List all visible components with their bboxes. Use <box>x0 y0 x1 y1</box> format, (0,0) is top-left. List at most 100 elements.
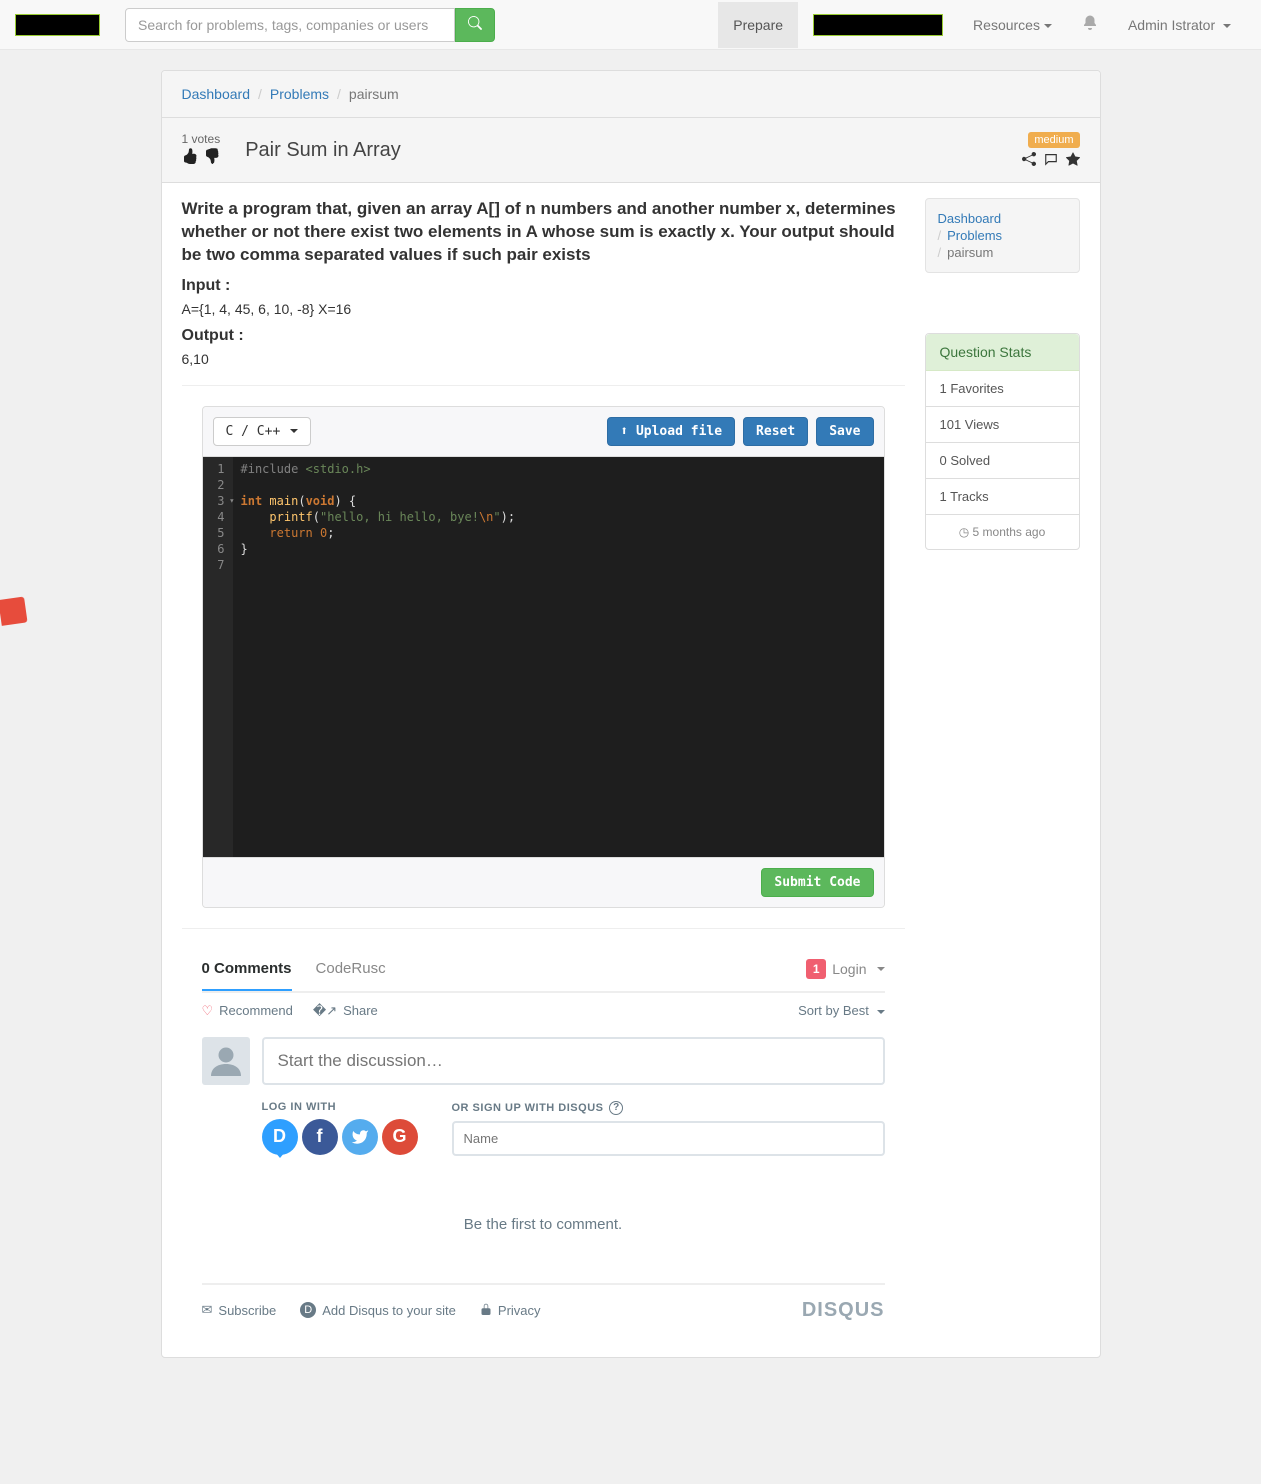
help-icon[interactable]: ? <box>609 1101 623 1115</box>
sort-dropdown[interactable]: Sort by Best <box>798 1003 884 1018</box>
divider <box>182 385 905 386</box>
comments-header: 0 Comments CodeRusc 1 Login <box>202 947 885 993</box>
facebook-login-icon[interactable]: f <box>302 1119 338 1155</box>
side-breadcrumb: Dashboard / Problems / pairsum <box>925 198 1080 273</box>
star-icon[interactable] <box>1066 152 1080 170</box>
editor-toolbar: C / C++ ⬆ Upload file Reset Save <box>203 407 884 457</box>
disqus-logo[interactable]: DISQUS <box>802 1299 885 1322</box>
thumbs-down-icon[interactable] <box>204 148 220 169</box>
signup-text: OR SIGN UP WITH DISQUS <box>452 1102 604 1114</box>
stats-views: 101 Views <box>926 407 1079 443</box>
search-input[interactable] <box>125 8 455 42</box>
sidebar: Dashboard / Problems / pairsum Question … <box>925 183 1100 1357</box>
share-icon[interactable] <box>1022 152 1036 170</box>
search-form <box>125 8 495 42</box>
breadcrumb-bar: Dashboard / Problems / pairsum <box>162 71 1100 118</box>
stats-panel: Question Stats 1 Favorites 101 Views 0 S… <box>925 333 1080 550</box>
add-disqus-button[interactable]: D Add Disqus to your site <box>300 1302 456 1318</box>
upload-label: Upload file <box>636 424 722 439</box>
comment-input-row <box>202 1037 885 1085</box>
nav-user-menu[interactable]: Admin Istrator <box>1113 2 1246 48</box>
share-label: Share <box>343 1003 378 1018</box>
problem-description: Write a program that, given an array A[]… <box>182 198 905 367</box>
recommend-label: Recommend <box>219 1003 293 1018</box>
share-button[interactable]: �↗ Share <box>313 1003 378 1019</box>
breadcrumb-sep: / <box>258 86 262 102</box>
stats-favorites: 1 Favorites <box>926 371 1079 407</box>
feedback-tab[interactable] <box>0 597 28 626</box>
output-value: 6,10 <box>182 351 905 367</box>
add-disqus-label: Add Disqus to your site <box>322 1303 456 1318</box>
subscribe-button[interactable]: ✉ Subscribe <box>202 1302 277 1318</box>
stats-tracks: 1 Tracks <box>926 479 1079 515</box>
recommend-button[interactable]: ♡ Recommend <box>202 1003 293 1019</box>
nav-resources[interactable]: Resources <box>958 2 1067 48</box>
comments-login[interactable]: 1 Login <box>806 959 884 979</box>
title-meta: medium <box>1022 130 1080 170</box>
thumbs-up-icon[interactable] <box>182 148 198 169</box>
search-icon <box>468 16 482 33</box>
editor-footer: Submit Code <box>203 857 884 907</box>
lock-icon <box>480 1303 492 1318</box>
google-login-icon[interactable]: G <box>382 1119 418 1155</box>
login-with-label: LOG IN WITH <box>262 1101 432 1113</box>
login-label: Login <box>832 961 866 977</box>
reset-button[interactable]: Reset <box>743 417 808 446</box>
language-label: C / C++ <box>226 424 281 439</box>
divider <box>182 928 905 929</box>
avatar <box>202 1037 250 1085</box>
comments-footer: ✉ Subscribe D Add Disqus to your site Pr… <box>202 1283 885 1322</box>
code-content[interactable]: #include <stdio.h> int main(void) { prin… <box>233 457 524 857</box>
submit-button[interactable]: Submit Code <box>761 868 873 897</box>
login-count-badge: 1 <box>806 959 826 979</box>
notifications-icon[interactable] <box>1067 0 1113 50</box>
problem-statement: Write a program that, given an array A[]… <box>182 198 905 267</box>
nav-prepare[interactable]: Prepare <box>718 2 798 48</box>
caret-icon <box>1044 24 1052 28</box>
name-input[interactable] <box>452 1121 885 1156</box>
output-label: Output : <box>182 327 905 345</box>
comments-actions: ♡ Recommend �↗ Share Sort by Best <box>202 993 885 1029</box>
code-area[interactable]: 1234567 #include <stdio.h> int main(void… <box>203 457 884 857</box>
vote-count: 1 votes <box>182 132 221 146</box>
stats-age-label: 5 months ago <box>973 525 1046 539</box>
side-crumb-problems[interactable]: Problems <box>947 228 1002 243</box>
breadcrumb: Dashboard / Problems / pairsum <box>182 86 1080 102</box>
search-button[interactable] <box>455 8 495 42</box>
sort-label: Sort by Best <box>798 1003 869 1018</box>
auth-row: LOG IN WITH D f G <box>262 1101 885 1156</box>
side-crumb-dashboard[interactable]: Dashboard <box>938 211 1002 226</box>
clock-icon: ◷ <box>959 525 969 539</box>
code-gutter: 1234567 <box>203 457 233 857</box>
signup-label: OR SIGN UP WITH DISQUS ? <box>452 1101 885 1115</box>
disqus-login-icon[interactable]: D <box>262 1119 298 1155</box>
breadcrumb-problems[interactable]: Problems <box>270 86 329 102</box>
stats-header: Question Stats <box>926 334 1079 371</box>
caret-icon <box>1223 24 1231 28</box>
caret-icon <box>877 967 885 971</box>
breadcrumb-dashboard[interactable]: Dashboard <box>182 86 251 102</box>
caret-icon <box>877 1010 885 1014</box>
nav-right: Prepare Resources Admin Istrator <box>718 0 1246 50</box>
privacy-button[interactable]: Privacy <box>480 1303 541 1318</box>
comments-count-tab[interactable]: 0 Comments <box>202 960 292 991</box>
title-bar: 1 votes Pair Sum in Array medium <box>162 118 1100 183</box>
brand-logo[interactable] <box>15 14 100 36</box>
share-icon: �↗ <box>313 1003 337 1019</box>
comment-input[interactable] <box>262 1037 885 1085</box>
save-button[interactable]: Save <box>816 417 873 446</box>
twitter-login-icon[interactable] <box>342 1119 378 1155</box>
language-select[interactable]: C / C++ <box>213 417 312 446</box>
breadcrumb-sep: / <box>337 86 341 102</box>
navbar: Prepare Resources Admin Istrator <box>0 0 1261 50</box>
upload-button[interactable]: ⬆ Upload file <box>607 417 735 446</box>
caret-icon <box>290 429 298 433</box>
page-title: Pair Sum in Array <box>245 139 1021 162</box>
comments-section: 0 Comments CodeRusc 1 Login ♡ Recommend <box>182 947 905 1342</box>
code-editor: C / C++ ⬆ Upload file Reset Save <box>202 406 885 908</box>
nav-brand-2[interactable] <box>813 14 943 36</box>
comment-icon[interactable] <box>1044 152 1058 170</box>
heart-icon: ♡ <box>202 1003 214 1019</box>
input-value: A={1, 4, 45, 6, 10, -8} X=16 <box>182 301 905 317</box>
comments-site: CodeRusc <box>316 960 386 977</box>
